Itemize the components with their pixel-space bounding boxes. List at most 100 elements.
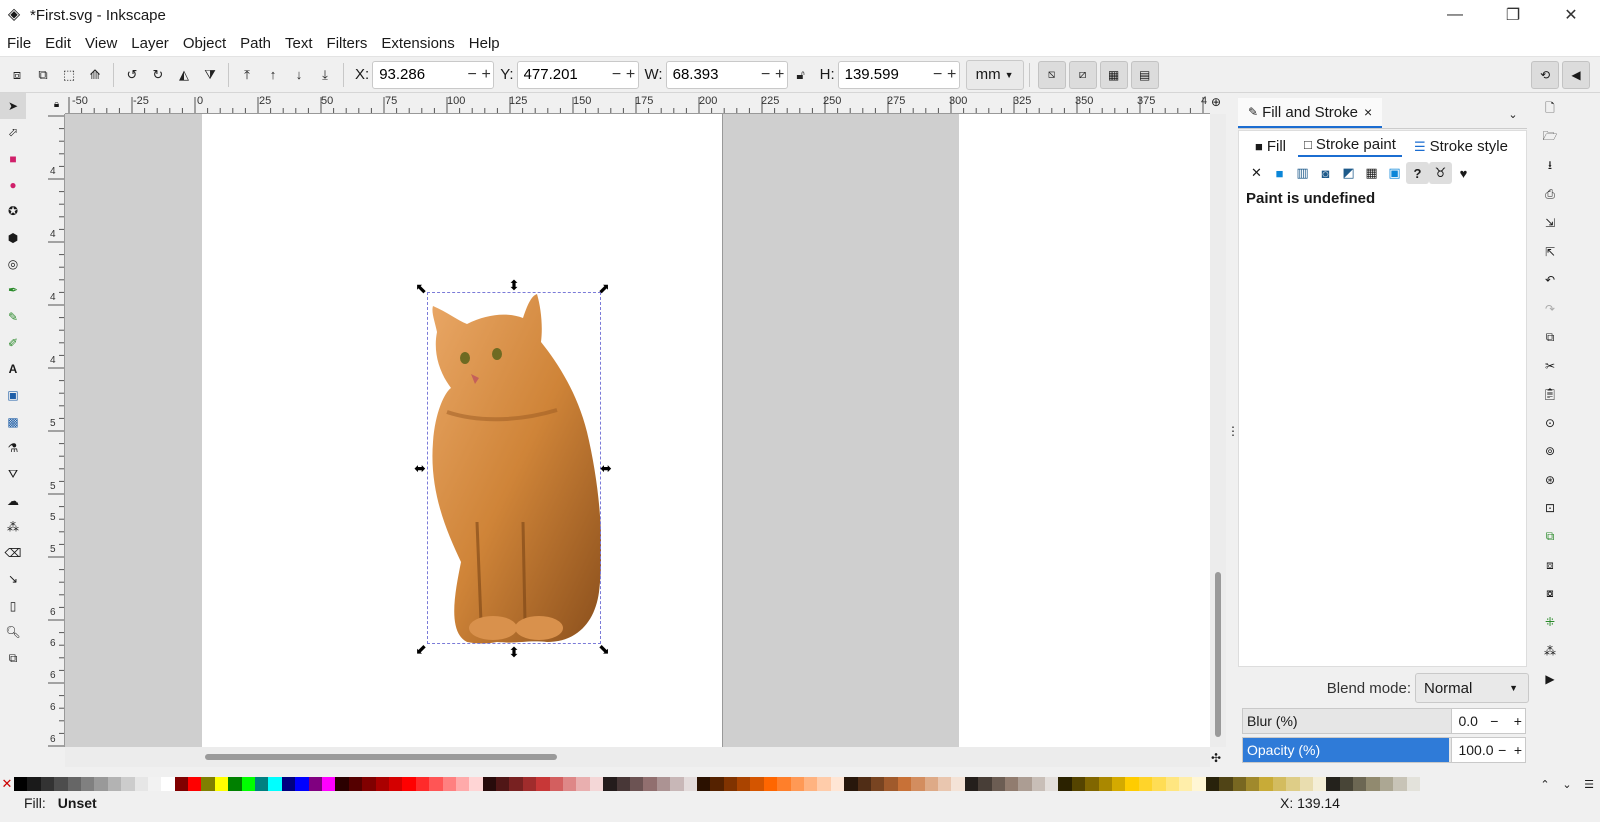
color-swatch[interactable]	[1085, 777, 1099, 791]
color-swatch[interactable]	[255, 777, 269, 791]
x-increment-button[interactable]: +	[479, 66, 493, 84]
color-swatch[interactable]	[696, 777, 711, 791]
color-swatch[interactable]	[1045, 777, 1059, 791]
unset-paint-icon[interactable]: ?	[1406, 162, 1429, 184]
measure-tool-icon[interactable]: ⧉	[0, 645, 26, 671]
color-swatch[interactable]	[830, 777, 845, 791]
selector-tool-icon[interactable]: ➤	[0, 93, 26, 120]
dock-menu-chevron-icon[interactable]: ⌄	[1499, 100, 1527, 128]
color-swatch[interactable]	[817, 777, 831, 791]
color-swatch[interactable]	[415, 777, 430, 791]
ruler-lock-icon[interactable]: 🔒︎	[48, 95, 65, 114]
color-swatch[interactable]	[1219, 777, 1233, 791]
menu-edit[interactable]: Edit	[38, 30, 78, 57]
scale-stroke-icon[interactable]: ⧅	[1037, 60, 1066, 89]
transform-handles-icon[interactable]: ⟰	[82, 62, 108, 88]
color-swatch[interactable]	[710, 777, 724, 791]
color-swatch[interactable]	[924, 777, 938, 791]
color-swatch[interactable]	[1138, 777, 1153, 791]
color-manage-icon[interactable]: ✣	[1211, 751, 1221, 765]
color-swatch[interactable]	[1018, 777, 1032, 791]
vertical-scrollbar[interactable]	[1210, 114, 1226, 747]
spray-tool-icon[interactable]: ⁂	[0, 514, 26, 540]
menu-extensions[interactable]: Extensions	[374, 30, 461, 57]
pattern-icon[interactable]: ▦	[1360, 162, 1383, 184]
color-swatch[interactable]	[40, 777, 55, 791]
palette-menu-icon[interactable]: ☰	[1578, 778, 1600, 791]
transform-gradients-icon[interactable]: ▦	[1099, 60, 1128, 89]
rotate-ccw-icon[interactable]: ↺	[119, 62, 145, 88]
x-decrement-button[interactable]: −	[465, 66, 479, 84]
y-input[interactable]	[517, 61, 610, 88]
fill-rule-evenodd-icon[interactable]: ♉	[1429, 162, 1452, 184]
print-icon[interactable]: ⎙	[1537, 181, 1563, 210]
scale-handle-se-icon[interactable]: ⬊	[596, 641, 612, 657]
raise-to-top-icon[interactable]: ⤒	[234, 62, 260, 88]
horizontal-scrollbar-thumb[interactable]	[205, 754, 557, 760]
color-swatch[interactable]	[27, 777, 41, 791]
color-swatch[interactable]	[1178, 777, 1193, 791]
color-swatch[interactable]	[1125, 777, 1139, 791]
color-swatch[interactable]	[576, 777, 590, 791]
flat-color-icon[interactable]: ■	[1268, 162, 1291, 184]
color-swatch[interactable]	[951, 777, 965, 791]
y-decrement-button[interactable]: −	[610, 66, 624, 84]
color-swatch[interactable]	[683, 777, 697, 791]
color-swatch[interactable]	[763, 777, 778, 791]
unlink-clone-icon[interactable]: ⧇	[1537, 580, 1563, 609]
mesh-gradient-icon[interactable]: ◩	[1337, 162, 1360, 184]
snap-toggle-icon[interactable]: ⟲	[1531, 60, 1559, 89]
color-swatch[interactable]	[442, 777, 456, 791]
flip-vertical-icon[interactable]: ⧩	[197, 62, 223, 88]
color-swatch[interactable]	[1326, 777, 1340, 791]
color-swatch[interactable]	[335, 777, 349, 791]
color-swatch[interactable]	[54, 777, 68, 791]
select-all-layers-icon[interactable]: ⧉	[30, 62, 56, 88]
y-increment-button[interactable]: +	[624, 66, 638, 84]
mesh-tool-icon[interactable]: ▩	[0, 409, 26, 435]
color-swatch[interactable]	[281, 777, 296, 791]
scale-handle-ne-icon[interactable]: ⬈	[596, 280, 612, 296]
color-swatch[interactable]	[563, 777, 577, 791]
export-icon[interactable]: ⇱	[1537, 238, 1563, 267]
color-swatch[interactable]	[978, 777, 992, 791]
color-swatch[interactable]	[469, 777, 483, 791]
spiral-tool-icon[interactable]: ◎	[0, 251, 26, 277]
horizontal-scrollbar[interactable]	[65, 747, 1210, 767]
color-swatch[interactable]	[1098, 777, 1113, 791]
scale-handle-s-icon[interactable]: ⬍	[506, 644, 522, 660]
no-paint-icon[interactable]: ✕	[1245, 162, 1268, 184]
color-swatch[interactable]	[656, 777, 671, 791]
zoom-page-icon[interactable]: ⊛	[1537, 466, 1563, 495]
color-swatch[interactable]	[964, 777, 979, 791]
vertical-scrollbar-thumb[interactable]	[1215, 572, 1221, 737]
menu-view[interactable]: View	[78, 30, 124, 57]
color-swatch[interactable]	[429, 777, 443, 791]
subtab-fill[interactable]: ■ Fill	[1249, 138, 1292, 157]
blur-decrement-button[interactable]: −	[1490, 713, 1498, 729]
color-swatch[interactable]	[670, 777, 684, 791]
color-swatch[interactable]	[375, 777, 389, 791]
color-swatch[interactable]	[1245, 777, 1260, 791]
color-swatch[interactable]	[388, 777, 403, 791]
color-swatch[interactable]	[1232, 777, 1246, 791]
lower-to-bottom-icon[interactable]: ⤓	[312, 62, 338, 88]
menu-path[interactable]: Path	[233, 30, 278, 57]
color-swatch[interactable]	[536, 777, 550, 791]
color-swatch[interactable]	[402, 777, 416, 791]
color-swatch[interactable]	[991, 777, 1005, 791]
group-icon[interactable]: ⁜	[1537, 608, 1563, 637]
color-swatch[interactable]	[1112, 777, 1126, 791]
color-swatch[interactable]	[844, 777, 858, 791]
palette-scroll-up-icon[interactable]: ⌃	[1534, 778, 1556, 791]
zoom-tool-icon[interactable]: 🔍︎	[0, 619, 26, 645]
color-swatch[interactable]	[1299, 777, 1313, 791]
zoom-fit-icon[interactable]: ⊡	[1537, 494, 1563, 523]
connector-tool-icon[interactable]: ↘	[0, 566, 26, 592]
color-swatch[interactable]	[1366, 777, 1380, 791]
color-swatch[interactable]	[268, 777, 282, 791]
color-swatch[interactable]	[174, 777, 189, 791]
menu-text[interactable]: Text	[278, 30, 320, 57]
color-swatch[interactable]	[1192, 777, 1206, 791]
blend-mode-select[interactable]: Normal ▼	[1415, 673, 1529, 703]
